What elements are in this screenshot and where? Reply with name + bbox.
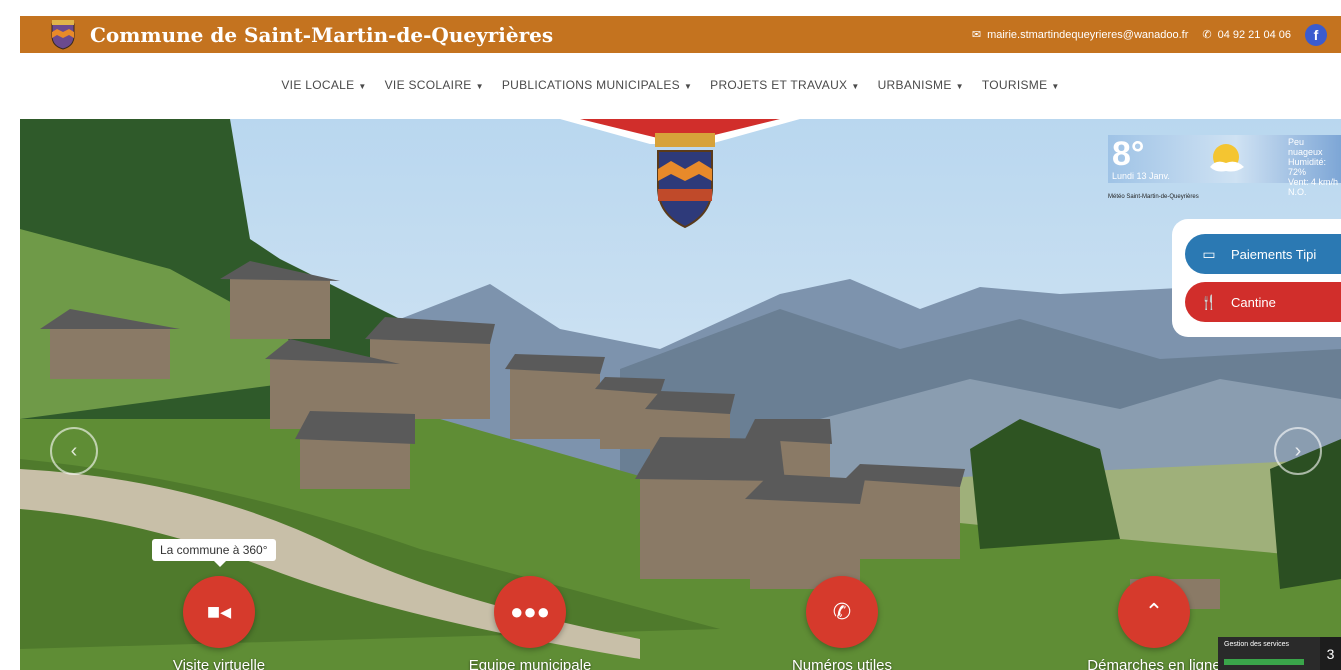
chevron-right-icon: › <box>1294 439 1302 462</box>
weather-date: Lundi 13 Janv. <box>1112 171 1170 181</box>
tooltip-360: La commune à 360° <box>152 539 276 567</box>
nav-label: URBANISME <box>877 78 952 92</box>
slider-next-button[interactable]: › <box>1274 427 1322 475</box>
services-management-widget[interactable]: Gestion des services <box>1218 637 1320 670</box>
partly-cloudy-icon <box>1210 144 1244 172</box>
phone-number[interactable]: 04 92 21 04 06 <box>1218 29 1291 41</box>
paiements-tipi-label: Paiements Tipi <box>1231 246 1317 262</box>
cantine-label: Cantine <box>1231 294 1276 310</box>
paiements-tipi-button[interactable]: ▭ Paiements Tipi <box>1185 234 1341 274</box>
nav-label: VIE LOCALE <box>281 78 355 92</box>
site-title[interactable]: Commune de Saint-Martin-de-Queyrières <box>90 23 553 47</box>
nav-urbanisme[interactable]: URBANISME ▼ <box>878 78 964 92</box>
quick-links-panel: ▭ Paiements Tipi 🍴 Cantine <box>1172 219 1341 337</box>
caret-down-icon: ▼ <box>955 82 964 91</box>
weather-desc-line: N.O. <box>1288 187 1307 197</box>
video-camera-icon: ■◂ <box>206 599 232 624</box>
caret-down-icon: ▼ <box>358 82 367 91</box>
caret-down-icon: ▼ <box>1051 82 1060 91</box>
weather-desc-line: Vent: 4 km/h <box>1288 177 1339 187</box>
commune-crest-icon[interactable] <box>50 19 76 50</box>
hero-slider[interactable]: 8° Lundi 13 Janv. Peu nuageux Humidité: … <box>20 119 1341 670</box>
weather-widget[interactable]: 8° Lundi 13 Janv. Peu nuageux Humidité: … <box>1108 135 1341 197</box>
numeros-utiles-button[interactable]: ✆ <box>806 576 878 648</box>
services-count-tab[interactable]: 3 <box>1320 637 1341 670</box>
nav-label: TOURISME <box>981 78 1048 92</box>
weather-temperature: 8° <box>1112 135 1145 173</box>
nav-label: VIE SCOLAIRE <box>384 78 472 92</box>
weather-desc-line: Humidité: 72% <box>1288 157 1327 177</box>
numeros-utiles-label[interactable]: Numéros utiles <box>742 657 942 670</box>
weather-caption[interactable]: Météo Saint-Martin-de-Queyrières <box>1108 194 1199 200</box>
nav-vie-scolaire[interactable]: VIE SCOLAIRE ▼ <box>385 78 484 92</box>
nav-vie-locale[interactable]: VIE LOCALE ▼ <box>281 78 366 92</box>
slider-prev-button[interactable]: ‹ <box>50 427 98 475</box>
services-label: Gestion des services <box>1224 641 1289 648</box>
visite-virtuelle-button[interactable]: ■◂ <box>183 576 255 648</box>
caret-down-icon: ▼ <box>851 82 860 91</box>
chevron-left-icon: ‹ <box>70 439 78 462</box>
nav-publications[interactable]: PUBLICATIONS MUNICIPALES ▼ <box>502 78 692 92</box>
phone-icon: ✆ <box>1202 29 1212 41</box>
crest-banner-icon <box>560 119 800 229</box>
visite-virtuelle-label[interactable]: Visite virtuelle <box>119 657 319 670</box>
facebook-icon[interactable]: f <box>1305 23 1327 46</box>
caret-down-icon: ▼ <box>475 82 484 91</box>
equipe-municipale-button[interactable]: ●●● <box>494 576 566 648</box>
weather-desc-line: Peu nuageux <box>1288 137 1323 157</box>
chevron-up-icon: ⌃ <box>1144 599 1164 624</box>
nav-tourisme[interactable]: TOURISME ▼ <box>982 78 1060 92</box>
demarches-en-ligne-button[interactable]: ⌃ <box>1118 576 1190 648</box>
caret-down-icon: ▼ <box>683 82 693 91</box>
cantine-button[interactable]: 🍴 Cantine <box>1185 282 1341 322</box>
credit-card-icon: ▭ <box>1202 245 1216 262</box>
phone-icon: ✆ <box>832 599 852 624</box>
email-link[interactable]: mairie.stmartindequeyrieres@wanadoo.fr <box>987 29 1188 41</box>
nav-projets[interactable]: PROJETS ET TRAVAUX ▼ <box>710 78 859 92</box>
group-icon: ●●● <box>510 599 550 624</box>
services-progress-bar <box>1224 659 1304 665</box>
weather-description: Peu nuageux Humidité: 72% Vent: 4 km/h N… <box>1288 137 1341 197</box>
equipe-municipale-label[interactable]: Equipe municipale <box>430 657 630 670</box>
top-bar: Commune de Saint-Martin-de-Queyrières ✉ … <box>20 16 1341 53</box>
nav-label: PROJETS ET TRAVAUX <box>710 78 848 92</box>
nav-label: PUBLICATIONS MUNICIPALES <box>501 78 680 92</box>
cutlery-icon: 🍴 <box>1200 293 1218 310</box>
contact-info: ✉ mairie.stmartindequeyrieres@wanadoo.fr… <box>971 23 1341 46</box>
main-navigation: VIE LOCALE ▼ VIE SCOLAIRE ▼ PUBLICATIONS M… <box>0 78 1341 92</box>
envelope-icon: ✉ <box>971 29 982 41</box>
